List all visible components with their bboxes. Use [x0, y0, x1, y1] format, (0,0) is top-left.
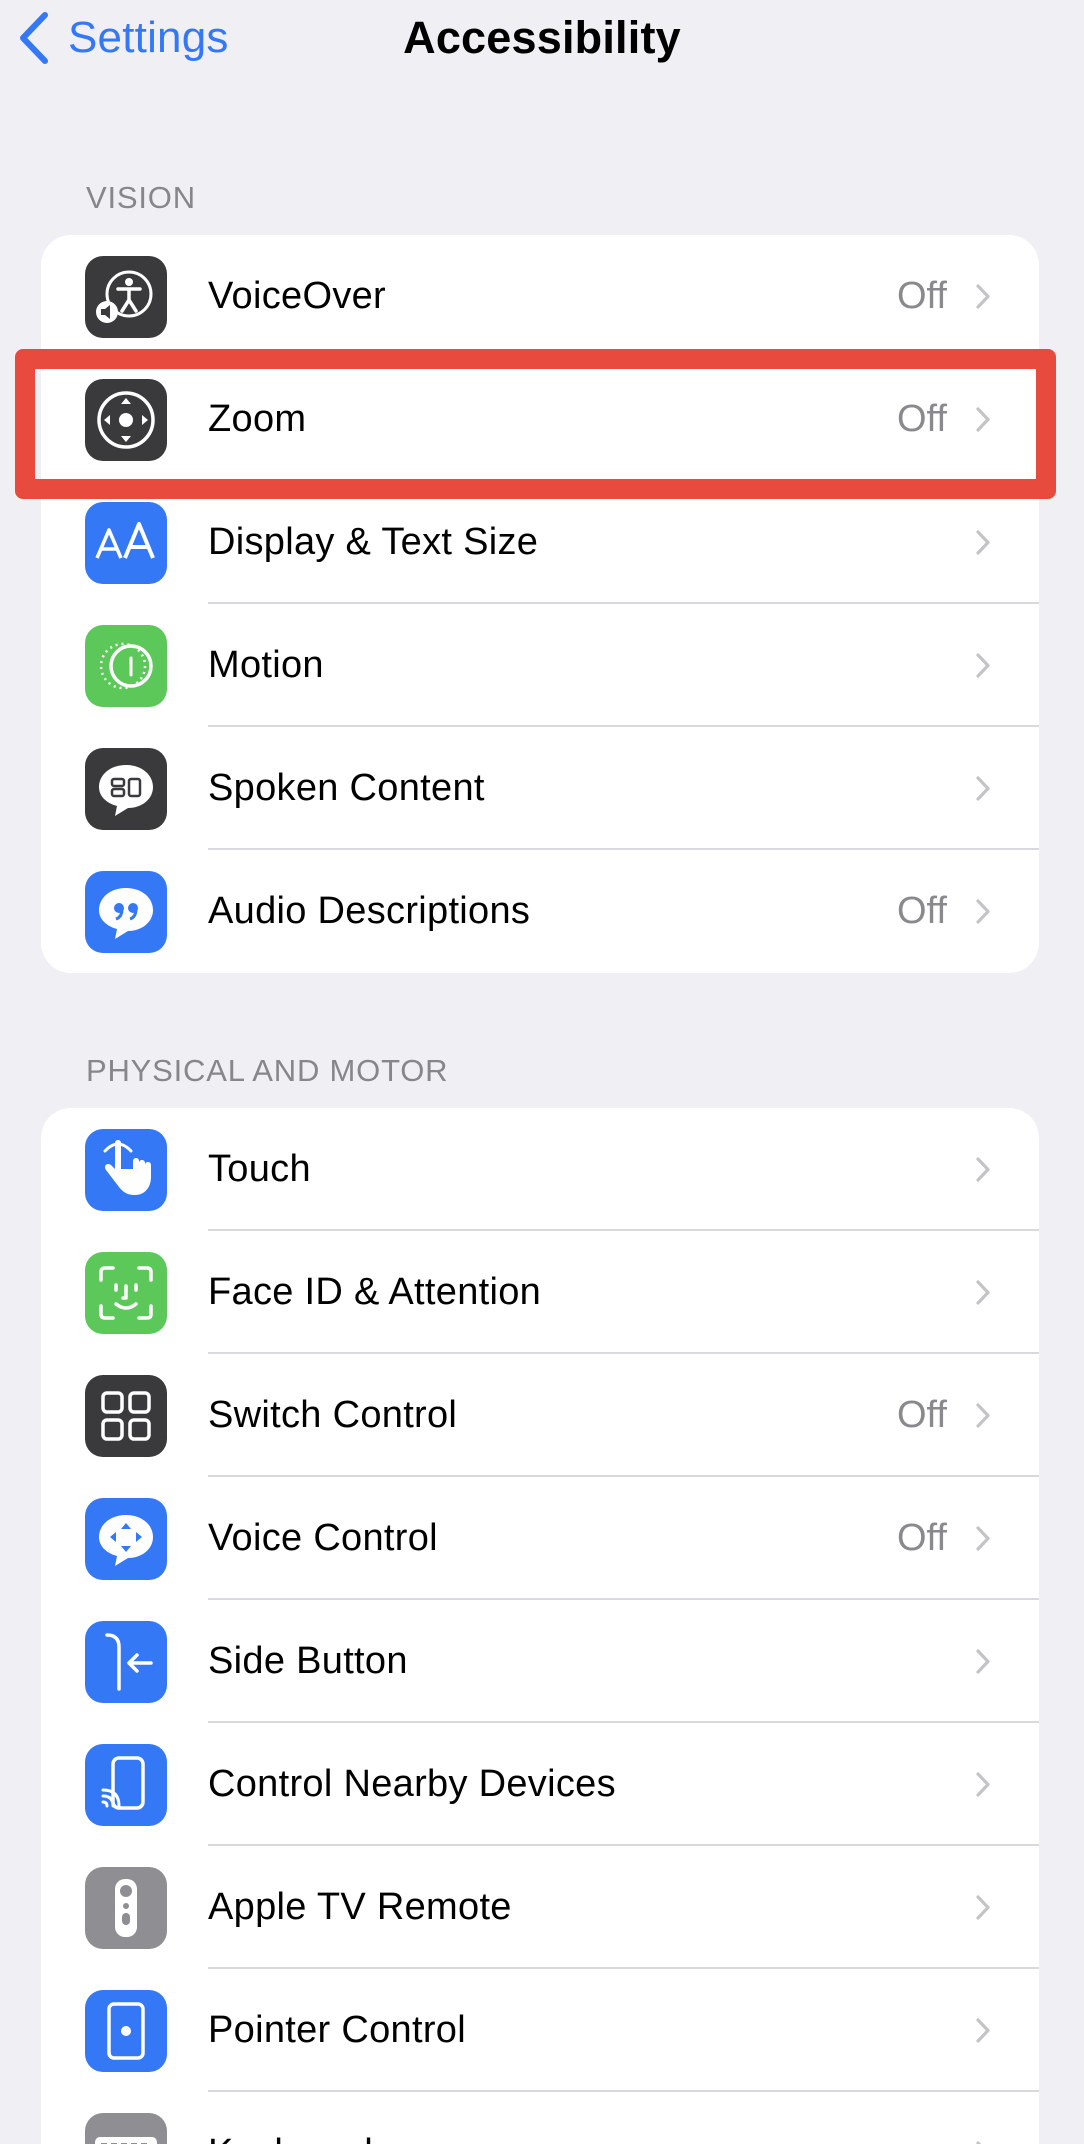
row-value: Off	[897, 890, 947, 932]
apple-tv-remote-icon	[85, 1867, 167, 1949]
audio-descriptions-icon	[85, 871, 167, 953]
settings-row-switch-control[interactable]: Switch Control Off	[41, 1354, 1039, 1477]
row-value: Off	[897, 1517, 947, 1559]
chevron-right-icon	[976, 2141, 982, 2144]
settings-row-display-text-size[interactable]: Display & Text Size	[41, 481, 1039, 604]
row-label: Voice Control	[208, 1517, 438, 1559]
settings-row-voiceover[interactable]: VoiceOver Off	[41, 235, 1039, 358]
settings-row-side-button[interactable]: Side Button	[41, 1600, 1039, 1723]
chevron-right-icon	[976, 2018, 990, 2043]
chevron-right-icon	[976, 284, 990, 309]
chevron-right-icon	[976, 1526, 990, 1551]
navigation-bar: Settings Accessibility	[0, 0, 1084, 80]
voiceover-icon	[85, 256, 167, 338]
row-value: Off	[897, 398, 947, 440]
settings-row-keyboards[interactable]: Keyboards	[41, 2092, 1039, 2144]
settings-row-apple-tv-remote[interactable]: Apple TV Remote	[41, 1846, 1039, 1969]
chevron-right-icon	[976, 1157, 990, 1182]
chevron-right-icon	[976, 1895, 990, 1920]
settings-row-audio-descriptions[interactable]: Audio Descriptions Off	[41, 850, 1039, 973]
settings-row-zoom[interactable]: Zoom Off	[41, 358, 1039, 481]
settings-row-voice-control[interactable]: Voice Control Off	[41, 1477, 1039, 1600]
chevron-right-icon	[976, 776, 990, 801]
row-label: Audio Descriptions	[208, 890, 531, 932]
row-label: Spoken Content	[208, 767, 485, 809]
chevron-right-icon	[976, 1280, 990, 1305]
side-button-icon	[85, 1621, 167, 1703]
chevron-right-icon	[976, 899, 990, 924]
voice-control-icon	[85, 1498, 167, 1580]
keyboard-icon	[85, 2113, 167, 2144]
row-label: Face ID & Attention	[208, 1271, 542, 1313]
control-nearby-devices-icon	[85, 1744, 167, 1826]
touch-icon	[85, 1129, 167, 1211]
section-header-vision: VISION	[86, 180, 196, 215]
row-value: Off	[897, 1394, 947, 1436]
settings-group-vision: VoiceOver Off Zoom Off Display & Text Si…	[41, 235, 1039, 973]
chevron-right-icon	[976, 1649, 990, 1674]
row-label: Control Nearby Devices	[208, 1763, 616, 1805]
settings-row-motion[interactable]: Motion	[41, 604, 1039, 727]
settings-row-control-nearby-devices[interactable]: Control Nearby Devices	[41, 1723, 1039, 1846]
settings-row-touch[interactable]: Touch	[41, 1108, 1039, 1231]
settings-group-physical-and-motor: Touch Face ID & Attention Switch Control…	[41, 1108, 1039, 2144]
page-title: Accessibility	[403, 12, 681, 63]
row-label: Motion	[208, 644, 324, 686]
row-label: Apple TV Remote	[208, 1886, 512, 1928]
zoom-icon	[85, 379, 167, 461]
settings-row-pointer-control[interactable]: Pointer Control	[41, 1969, 1039, 2092]
row-label: Side Button	[208, 1640, 408, 1682]
chevron-right-icon	[976, 1403, 990, 1428]
row-label: Keyboards	[208, 2092, 392, 2144]
display-text-size-icon	[85, 502, 167, 584]
face-id-icon	[85, 1252, 167, 1334]
switch-control-icon	[85, 1375, 167, 1457]
pointer-control-icon	[85, 1990, 167, 2072]
settings-row-face-id-attention[interactable]: Face ID & Attention	[41, 1231, 1039, 1354]
row-label: Zoom	[208, 398, 307, 440]
chevron-right-icon	[976, 407, 990, 432]
row-label: VoiceOver	[208, 275, 387, 317]
chevron-right-icon	[976, 1772, 990, 1797]
row-label: Pointer Control	[208, 2009, 466, 2051]
spoken-content-icon	[85, 748, 167, 830]
motion-icon	[85, 625, 167, 707]
row-label: Switch Control	[208, 1394, 458, 1436]
chevron-right-icon	[976, 653, 990, 678]
row-label: Display & Text Size	[208, 521, 539, 563]
row-label: Touch	[208, 1148, 311, 1190]
chevron-right-icon	[976, 530, 990, 555]
row-value: Off	[897, 275, 947, 317]
section-header-physical-and-motor: PHYSICAL AND MOTOR	[86, 1053, 449, 1088]
settings-row-spoken-content[interactable]: Spoken Content	[41, 727, 1039, 850]
